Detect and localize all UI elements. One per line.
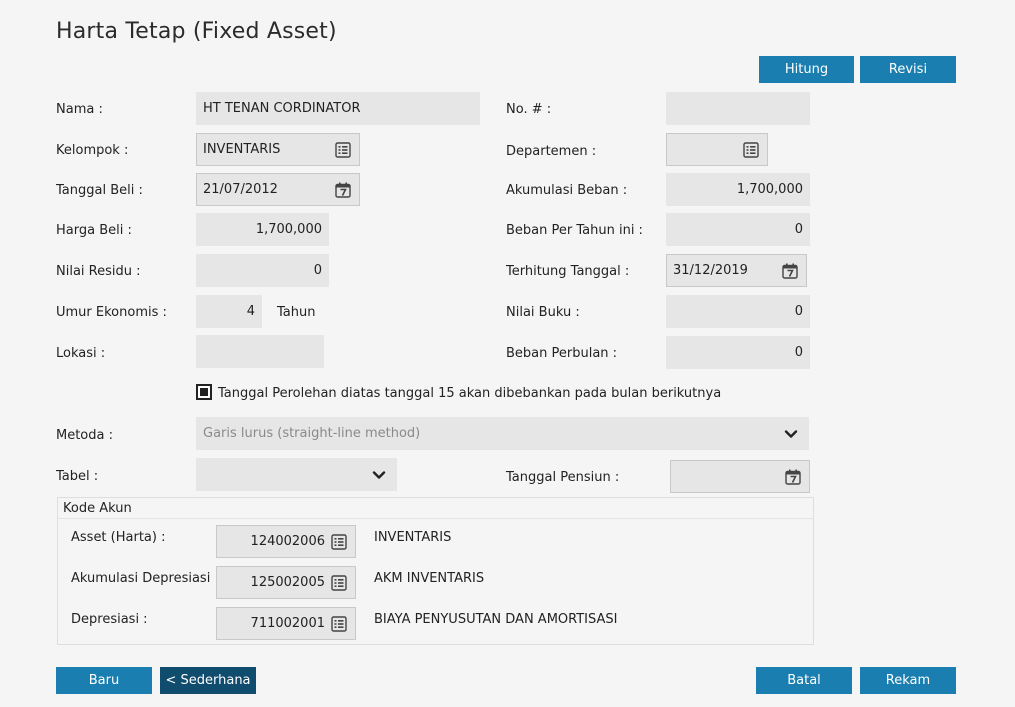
- metoda-label: Metoda :: [56, 428, 113, 443]
- metoda-select[interactable]: Garis lurus (straight-line method): [196, 417, 809, 450]
- akumulasi-depresiasi-input[interactable]: 125002005: [216, 566, 356, 599]
- metoda-value: Garis lurus (straight-line method): [203, 426, 421, 441]
- umur-ekonomis-input[interactable]: 4: [196, 295, 262, 328]
- terhitung-tanggal-value: 31/12/2019: [673, 263, 748, 278]
- rekam-button[interactable]: Rekam: [860, 667, 956, 694]
- akumulasi-beban-input[interactable]: 1,700,000: [666, 173, 810, 206]
- nama-value: HT TENAN CORDINATOR: [203, 101, 361, 116]
- kode-akun-header: [58, 498, 813, 519]
- baru-button-label: Baru: [88, 673, 120, 688]
- hitung-button-label: Hitung: [784, 62, 829, 77]
- batal-button-label: Batal: [787, 673, 821, 688]
- batal-button[interactable]: Batal: [756, 667, 852, 694]
- tanggal-beli-value: 21/07/2012: [203, 182, 278, 197]
- chevron-down-icon: [784, 427, 798, 441]
- tabel-label: Tabel :: [56, 469, 99, 484]
- list-icon[interactable]: [331, 575, 347, 591]
- list-icon[interactable]: [743, 142, 759, 158]
- beban-perbulan-input[interactable]: 0: [666, 336, 810, 369]
- calendar-icon[interactable]: [782, 263, 798, 279]
- kelompok-label: Kelompok :: [56, 143, 129, 158]
- no-input[interactable]: [666, 92, 810, 125]
- asset-harta-code: 124002006: [250, 534, 325, 549]
- harga-beli-input[interactable]: 1,700,000: [196, 213, 329, 246]
- akumulasi-depresiasi-label: Akumulasi Depresiasi :: [71, 571, 219, 586]
- calendar-icon[interactable]: [335, 182, 351, 198]
- departemen-input[interactable]: [666, 133, 768, 166]
- list-icon[interactable]: [331, 534, 347, 550]
- hitung-button[interactable]: Hitung: [759, 56, 854, 83]
- kelompok-input[interactable]: INVENTARIS: [196, 133, 360, 166]
- revisi-button[interactable]: Revisi: [860, 56, 956, 83]
- umur-ekonomis-unit: Tahun: [277, 305, 316, 320]
- terhitung-tanggal-input[interactable]: 31/12/2019: [666, 254, 807, 287]
- perolehan-checkbox[interactable]: [196, 384, 212, 400]
- baru-button[interactable]: Baru: [56, 667, 152, 694]
- revisi-button-label: Revisi: [888, 62, 928, 77]
- harga-beli-label: Harga Beli :: [56, 223, 132, 238]
- no-label: No. # :: [506, 102, 552, 117]
- tanggal-beli-label: Tanggal Beli :: [56, 183, 143, 198]
- tanggal-beli-input[interactable]: 21/07/2012: [196, 173, 360, 206]
- umur-ekonomis-value: 4: [246, 304, 255, 319]
- perolehan-checkbox-label[interactable]: Tanggal Perolehan diatas tanggal 15 akan…: [218, 386, 721, 401]
- depresiasi-label: Depresiasi :: [71, 612, 148, 627]
- nilai-buku-input[interactable]: 0: [666, 295, 810, 328]
- nilai-buku-label: Nilai Buku :: [506, 305, 580, 320]
- beban-perbulan-value: 0: [794, 345, 803, 360]
- akumulasi-beban-value: 1,700,000: [736, 182, 803, 197]
- harga-beli-value: 1,700,000: [255, 222, 322, 237]
- kode-akun-title: Kode Akun: [63, 501, 132, 516]
- nilai-residu-value: 0: [313, 263, 322, 278]
- asset-harta-input[interactable]: 124002006: [216, 525, 356, 558]
- beban-per-tahun-label: Beban Per Tahun ini :: [506, 223, 643, 238]
- nilai-residu-label: Nilai Residu :: [56, 264, 141, 279]
- depresiasi-code: 711002001: [250, 616, 325, 631]
- asset-harta-name: INVENTARIS: [374, 530, 452, 545]
- sederhana-button-label: < Sederhana: [165, 673, 251, 688]
- list-icon[interactable]: [331, 616, 347, 632]
- beban-per-tahun-value: 0: [794, 222, 803, 237]
- nilai-buku-value: 0: [794, 304, 803, 319]
- depresiasi-name: BIAYA PENYUSUTAN DAN AMORTISASI: [374, 612, 618, 627]
- beban-perbulan-label: Beban Perbulan :: [506, 346, 618, 361]
- akumulasi-beban-label: Akumulasi Beban :: [506, 183, 628, 198]
- akumulasi-depresiasi-code: 125002005: [250, 575, 325, 590]
- nama-input[interactable]: HT TENAN CORDINATOR: [196, 92, 480, 125]
- kelompok-value: INVENTARIS: [203, 142, 281, 157]
- terhitung-tanggal-label: Terhitung Tanggal :: [506, 264, 630, 279]
- calendar-icon[interactable]: [785, 469, 801, 485]
- departemen-label: Departemen :: [506, 144, 597, 159]
- tanggal-pensiun-label: Tanggal Pensiun :: [506, 470, 620, 485]
- sederhana-button[interactable]: < Sederhana: [160, 667, 256, 694]
- beban-per-tahun-input[interactable]: 0: [666, 213, 810, 246]
- chevron-down-icon: [372, 468, 386, 482]
- depresiasi-input[interactable]: 711002001: [216, 607, 356, 640]
- asset-harta-label: Asset (Harta) :: [71, 530, 166, 545]
- umur-ekonomis-label: Umur Ekonomis :: [56, 305, 167, 320]
- tanggal-pensiun-input[interactable]: [670, 460, 810, 493]
- kode-akun-group: Kode Akun Asset (Harta) : 124002006 INVE…: [57, 497, 814, 645]
- lokasi-input[interactable]: [196, 335, 324, 368]
- rekam-button-label: Rekam: [885, 673, 931, 688]
- lokasi-label: Lokasi :: [56, 346, 106, 361]
- page-title: Harta Tetap (Fixed Asset): [56, 19, 337, 44]
- tabel-select[interactable]: [196, 458, 397, 491]
- akumulasi-depresiasi-name: AKM INVENTARIS: [374, 571, 485, 586]
- list-icon[interactable]: [335, 142, 351, 158]
- nama-label: Nama :: [56, 102, 103, 117]
- nilai-residu-input[interactable]: 0: [196, 254, 329, 287]
